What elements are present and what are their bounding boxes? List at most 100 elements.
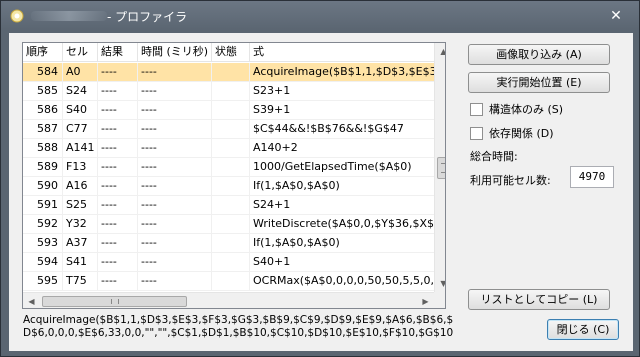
table-row[interactable]: 594 S41 ---- ---- S40+1 (23, 253, 434, 272)
cell-expression: S40+1 (253, 255, 291, 268)
cell-time: ---- (138, 63, 212, 82)
cell-time: ---- (138, 158, 212, 177)
cell-order: 591 (23, 196, 63, 215)
copy-as-list-button[interactable]: リストとしてコピー (L) (468, 289, 610, 310)
table-row[interactable]: 589 F13 ---- ---- 1000/GetElapsedTime($A$0) (23, 158, 434, 177)
cell-state (212, 215, 250, 234)
available-cells-value: 4970 (570, 166, 614, 188)
profiler-grid[interactable]: 順序 セル 結果 時間 (ミリ秒) 状態 式 584 A0 ---- ---- Acqu… (22, 42, 446, 309)
cell-time: ---- (138, 82, 212, 101)
column-header-cell[interactable]: セル (63, 43, 98, 62)
table-row[interactable]: 588 A141 ---- ---- A140+2 (23, 139, 434, 158)
cell-order: 593 (23, 234, 63, 253)
cell-cell: S40 (63, 101, 98, 120)
cell-expression: OCRMax($A$0,0,0,0,50,50,5,5,0,0,0, (253, 274, 434, 287)
vertical-scrollbar[interactable]: ▲ ▼ (434, 43, 445, 292)
cell-order: 588 (23, 139, 63, 158)
cell-state (212, 158, 250, 177)
profiler-window: - プロファイラ ✕ 順序 セル 結果 時間 (ミリ秒) 状態 式 584 A0-… (0, 0, 640, 357)
cell-state (212, 234, 250, 253)
cell-order: 595 (23, 272, 63, 291)
cell-state (212, 82, 250, 101)
window-title: - プロファイラ (107, 10, 188, 24)
cell-time: ---- (138, 234, 212, 253)
cell-result: ---- (98, 196, 138, 215)
exec-start-position-button[interactable]: 実行開始位置 (E) (468, 72, 610, 93)
vertical-scroll-thumb[interactable] (437, 157, 445, 179)
cell-cell: A37 (63, 234, 98, 253)
table-row[interactable]: 595 T75 ---- ---- OCRMax($A$0,0,0,0,50,50,5,… (23, 272, 434, 291)
table-row[interactable]: 593 A37 ---- ---- If(1,$A$0,$A$0) (23, 234, 434, 253)
cell-expression: S39+1 (253, 103, 291, 116)
cell-state (212, 272, 250, 291)
cell-cell: C77 (63, 120, 98, 139)
cell-state (212, 139, 250, 158)
expression-line-2: D$6,0,0,0,$E$6,33,0,0,"","",$C$1,$D$1,$B… (23, 327, 453, 339)
cell-expression: A140+2 (253, 141, 298, 154)
dependency-checkbox[interactable]: 依存関係 (D) (470, 125, 554, 141)
horizontal-scrollbar[interactable]: ◀ ▶ (23, 292, 434, 308)
cell-time: ---- (138, 101, 212, 120)
column-header-state[interactable]: 状態 (212, 43, 250, 62)
table-row[interactable]: 590 A16 ---- ---- If(1,$A$0,$A$0) (23, 177, 434, 196)
column-header-result[interactable]: 結果 (98, 43, 138, 62)
scroll-left-icon[interactable]: ◀ (23, 293, 40, 308)
cell-result: ---- (98, 177, 138, 196)
scroll-right-icon[interactable]: ▶ (417, 293, 434, 308)
blurred-app-name (31, 11, 107, 21)
table-row[interactable]: 592 Y32 ---- ---- WriteDiscrete($A$0,0,$Y$36… (23, 215, 434, 234)
cell-result: ---- (98, 272, 138, 291)
cell-time: ---- (138, 139, 212, 158)
table-row[interactable]: 586 S40 ---- ---- S39+1 (23, 101, 434, 120)
column-header-expression[interactable]: 式 (250, 43, 434, 62)
horizontal-scroll-thumb[interactable] (42, 296, 187, 307)
cell-time: ---- (138, 120, 212, 139)
cell-expression: If(1,$A$0,$A$0) (253, 236, 340, 249)
cell-state (212, 63, 250, 82)
dependency-label: 依存関係 (D) (489, 127, 554, 140)
cell-cell: T75 (63, 272, 98, 291)
table-row[interactable]: 591 S25 ---- ---- S24+1 (23, 196, 434, 215)
cell-cell: S24 (63, 82, 98, 101)
dialog-body: 順序 セル 結果 時間 (ミリ秒) 状態 式 584 A0 ---- ---- Acqu… (9, 33, 633, 351)
cell-expression: If(1,$A$0,$A$0) (253, 179, 340, 192)
struct-only-checkbox[interactable]: 構造体のみ (S) (470, 101, 563, 117)
cell-expression: S23+1 (253, 84, 291, 97)
cell-cell: A141 (63, 139, 98, 158)
cell-result: ---- (98, 139, 138, 158)
close-icon[interactable]: ✕ (608, 8, 624, 24)
cell-state (212, 253, 250, 272)
table-row[interactable]: 585 S24 ---- ---- S23+1 (23, 82, 434, 101)
scroll-down-icon[interactable]: ▼ (435, 275, 445, 292)
cell-state (212, 196, 250, 215)
cell-cell: S25 (63, 196, 98, 215)
cell-time: ---- (138, 177, 212, 196)
acquire-image-button[interactable]: 画像取り込み (A) (468, 44, 610, 65)
cell-order: 590 (23, 177, 63, 196)
scroll-up-icon[interactable]: ▲ (435, 43, 445, 60)
title-bar[interactable]: - プロファイラ ✕ (1, 1, 639, 31)
cell-expression: 1000/GetElapsedTime($A$0) (253, 160, 412, 173)
column-header-time[interactable]: 時間 (ミリ秒) (138, 43, 212, 62)
cell-state (212, 101, 250, 120)
table-row[interactable]: 587 C77 ---- ---- $C$44&&!$B$76&&!$G$47 (23, 120, 434, 139)
cell-result: ---- (98, 101, 138, 120)
table-row[interactable]: 584 A0 ---- ---- AcquireImage($B$1,1,$D$3,$E… (23, 63, 434, 82)
cell-expression: $C$44&&!$B$76&&!$G$47 (253, 122, 404, 135)
dependency-check-box[interactable] (470, 126, 483, 140)
cell-result: ---- (98, 82, 138, 101)
cell-cell: A16 (63, 177, 98, 196)
available-cells-label: 利用可能セル数: (470, 174, 551, 187)
struct-only-check-box[interactable] (470, 102, 483, 116)
cell-time: ---- (138, 272, 212, 291)
cell-order: 589 (23, 158, 63, 177)
cell-cell: S41 (63, 253, 98, 272)
cell-cell: Y32 (63, 215, 98, 234)
cell-result: ---- (98, 158, 138, 177)
cell-result: ---- (98, 120, 138, 139)
cell-expression: AcquireImage($B$1,1,$D$3,$E$3,$F$3, (253, 65, 434, 78)
column-header-order[interactable]: 順序 (23, 43, 63, 62)
cell-expression: S24+1 (253, 198, 291, 211)
close-button[interactable]: 閉じる (C) (547, 319, 619, 340)
cell-order: 587 (23, 120, 63, 139)
